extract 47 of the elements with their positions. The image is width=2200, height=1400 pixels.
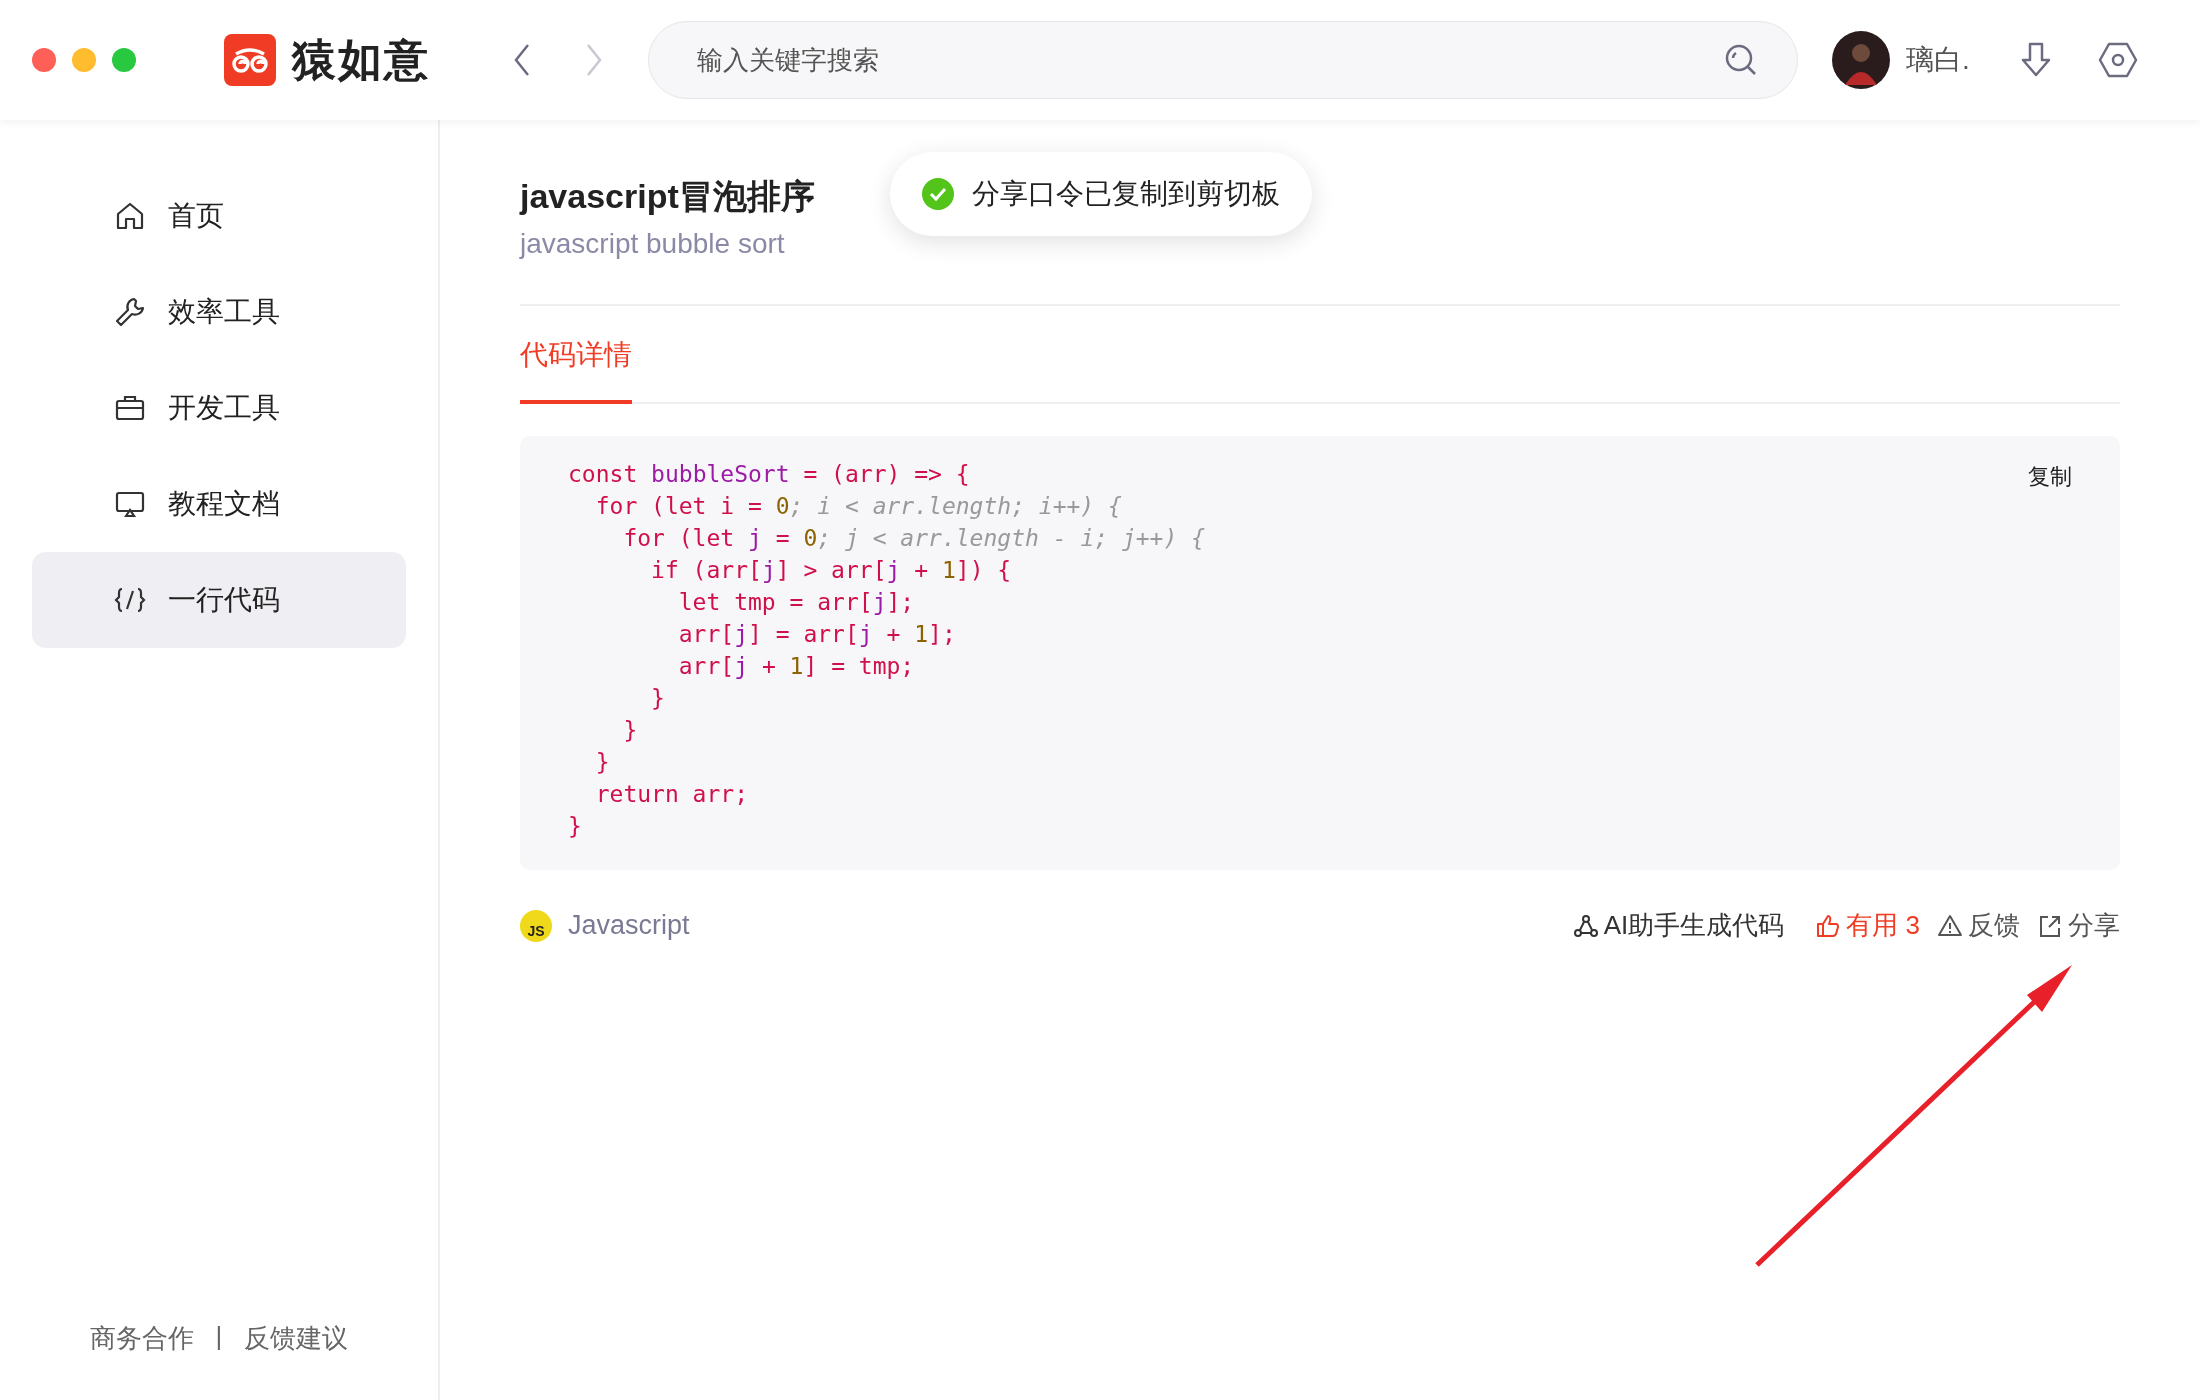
snippet-title: javascript冒泡排序 <box>520 176 815 217</box>
share-icon <box>2038 913 2062 938</box>
code-line: const bubbleSort = (arr) => { <box>568 460 970 489</box>
code-line: let tmp = arr[j]; <box>677 588 915 617</box>
logo-icon <box>224 34 276 86</box>
footer-link[interactable]: 商务合作 <box>89 1321 194 1356</box>
code-line: } <box>594 748 610 777</box>
back-icon[interactable] <box>512 42 532 78</box>
tab[interactable]: 代码详情 <box>520 306 632 404</box>
ai-generate-link[interactable]: AI助手生成代码 <box>1573 908 1785 943</box>
settings-icon[interactable] <box>2097 40 2138 80</box>
copy-button[interactable]: 复制 <box>2028 462 2072 492</box>
code-line: arr[j + 1] = tmp; <box>677 652 915 681</box>
check-icon <box>922 178 954 210</box>
code-line: } <box>622 716 638 745</box>
warning-icon <box>1938 913 1962 938</box>
code-line: } <box>568 812 582 841</box>
code-line: if (arr[j] > arr[j + 1]) { <box>650 556 1012 585</box>
code-line: for (let i = 0; i < arr.length; i++) { <box>594 492 1122 521</box>
share-link[interactable]: 分享 <box>2038 908 2120 943</box>
search-field[interactable]: 输入关键字搜索 <box>648 21 1798 99</box>
footer-link[interactable]: 反馈建议 <box>244 1321 349 1356</box>
user-name[interactable]: 璃白. <box>1906 41 1970 79</box>
footer-separator: | <box>215 1321 223 1353</box>
close-window-button[interactable] <box>32 48 56 72</box>
sidebar-item[interactable]: 首页 <box>32 168 406 264</box>
search-icon[interactable] <box>1724 43 1758 77</box>
home-icon <box>114 200 146 232</box>
sidebar-item[interactable]: 教程文档 <box>32 456 406 552</box>
language-badge: JS <box>520 909 552 942</box>
nodes-icon <box>1573 913 1598 938</box>
code-line: } <box>650 684 665 713</box>
language-name: Javascript <box>568 910 690 941</box>
code-line: arr[j] = arr[j + 1]; <box>677 620 956 649</box>
sidebar-item[interactable]: 效率工具 <box>32 264 406 360</box>
sidebar-item[interactable]: 一行代码 <box>32 552 406 648</box>
wrench-icon <box>114 296 146 328</box>
feedback-link[interactable]: 反馈 <box>1938 908 2020 943</box>
sidebar-item[interactable]: 开发工具 <box>32 360 406 456</box>
snippet-subtitle: javascript bubble sort <box>520 228 786 260</box>
code-line: for (let j = 0; j < arr.length - i; j++) { <box>622 524 1205 553</box>
thumbs-up-icon <box>1816 913 1841 938</box>
avatar-icon[interactable] <box>1832 31 1890 89</box>
toast-message: 分享口令已复制到剪切板 <box>972 177 1280 211</box>
app-name: 猿如意 <box>292 33 430 86</box>
code-line: return arr; <box>594 780 748 809</box>
like-button[interactable]: 有用 3 <box>1816 908 1920 943</box>
